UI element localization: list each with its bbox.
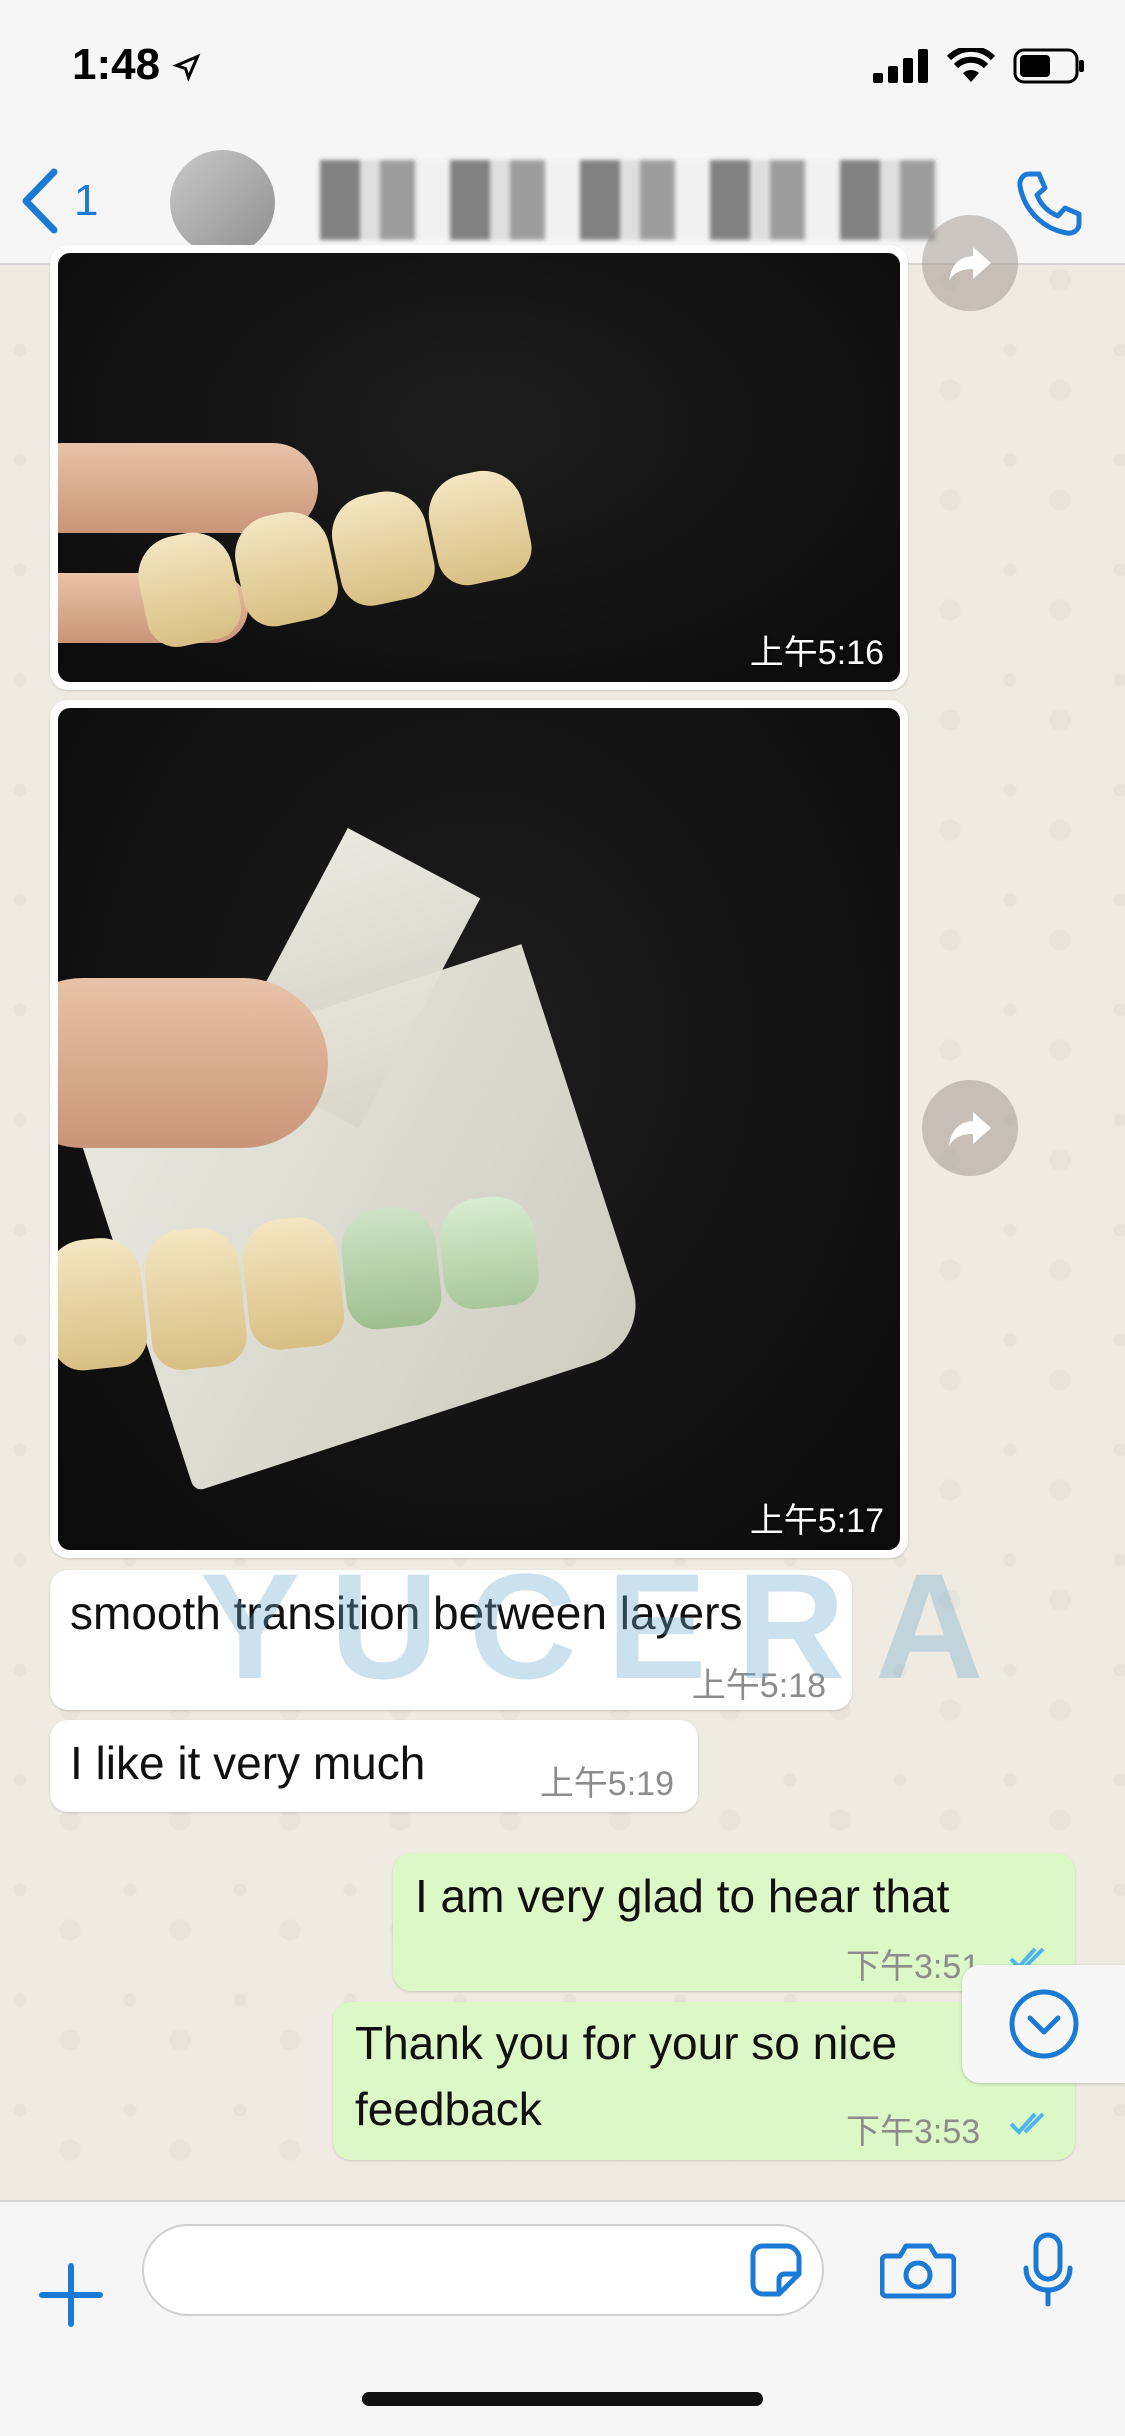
image-message[interactable]: 上午5:16 xyxy=(50,245,908,690)
image-timestamp: 上午5:16 xyxy=(749,634,884,672)
location-arrow-icon xyxy=(172,54,201,83)
forward-button[interactable] xyxy=(922,215,1018,311)
microphone-icon[interactable] xyxy=(1020,2232,1076,2308)
unread-count: 1 xyxy=(74,176,99,225)
status-icons xyxy=(873,48,1085,84)
contact-name-redacted[interactable] xyxy=(320,160,940,240)
phone-icon[interactable] xyxy=(1015,168,1085,238)
image-timestamp: 上午5:17 xyxy=(749,1502,884,1540)
message-text: I am very glad to hear that xyxy=(415,1870,950,1922)
photo: 上午5:16 xyxy=(58,253,900,682)
watermark-text: YUCERA xyxy=(200,1542,1014,1710)
chevron-down-circle-icon xyxy=(1009,1989,1078,2059)
forward-arrow-icon xyxy=(949,247,991,281)
home-indicator xyxy=(362,2392,763,2406)
message-time: 下午3:51 xyxy=(846,1948,981,1986)
avatar[interactable] xyxy=(170,150,275,255)
forward-button[interactable] xyxy=(922,1080,1018,1176)
status-bar: 1:48 xyxy=(0,0,1125,140)
photo: 上午5:17 xyxy=(58,708,900,1550)
incoming-message[interactable]: I like it very much 上午5:19 xyxy=(50,1720,698,1812)
image-message[interactable]: 上午5:17 xyxy=(50,700,908,1558)
wifi-icon xyxy=(947,48,995,82)
status-time: 1:48 xyxy=(72,40,202,90)
sticker-icon[interactable] xyxy=(745,2240,805,2300)
plus-icon[interactable] xyxy=(38,2262,104,2328)
message-input[interactable] xyxy=(142,2224,824,2316)
message-time: 上午5:19 xyxy=(539,1765,674,1803)
message-text: I like it very much xyxy=(70,1737,426,1789)
back-button[interactable]: 1 xyxy=(20,166,98,236)
battery-icon xyxy=(1013,48,1084,84)
chevron-left-icon xyxy=(22,168,58,234)
camera-icon[interactable] xyxy=(880,2240,956,2300)
message-time: 下午3:53 xyxy=(846,2113,981,2151)
scroll-to-bottom-button[interactable] xyxy=(962,1965,1125,2083)
read-receipt-icon xyxy=(1009,2112,1045,2135)
finger-shape xyxy=(58,978,328,1148)
forward-arrow-icon xyxy=(949,1112,991,1146)
cellular-signal-icon xyxy=(873,49,928,83)
message-text: feedback xyxy=(355,2083,542,2135)
message-text: Thank you for your so nice xyxy=(355,2017,898,2069)
